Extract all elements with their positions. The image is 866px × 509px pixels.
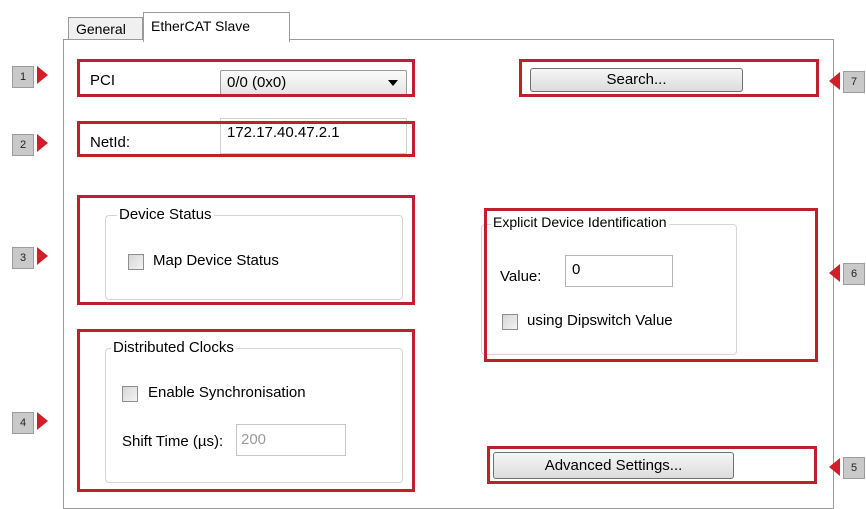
distributed-clocks-title: Distributed Clocks [111, 339, 236, 356]
callout-marker-3: 3 [12, 247, 34, 269]
callout-marker-2: 2 [12, 134, 34, 156]
pci-value: 0/0 (0x0) [227, 74, 287, 91]
callout-arrow-7 [829, 72, 840, 90]
callout-marker-5: 5 [843, 457, 865, 479]
explicit-value-label: Value: [500, 268, 542, 285]
callout-arrow-3 [37, 247, 48, 265]
tab-ethercat-slave[interactable]: EtherCAT Slave [143, 12, 290, 42]
netid-label: NetId: [90, 134, 131, 151]
callout-marker-4: 4 [12, 412, 34, 434]
callout-marker-1: 1 [12, 66, 34, 88]
map-device-status-label: Map Device Status [153, 252, 279, 269]
pci-label: PCI [90, 72, 116, 89]
explicit-device-id-title: Explicit Device Identification [491, 214, 669, 230]
using-dipswitch-label: using Dipswitch Value [527, 312, 673, 329]
tab-general[interactable]: General [68, 17, 143, 41]
advanced-settings-button[interactable]: Advanced Settings... [493, 452, 734, 479]
map-device-status-checkbox[interactable] [128, 254, 144, 270]
callout-arrow-1 [37, 66, 48, 84]
distributed-clocks-group [105, 348, 403, 483]
netid-field[interactable]: 172.17.40.47.2.1 [220, 118, 407, 154]
enable-synchronisation-label: Enable Synchronisation [148, 384, 306, 401]
enable-synchronisation-checkbox[interactable] [122, 386, 138, 402]
callout-arrow-4 [37, 412, 48, 430]
callout-arrow-5 [829, 458, 840, 476]
shift-time-label: Shift Time (µs): [122, 433, 224, 450]
callout-marker-7: 7 [843, 71, 865, 93]
device-status-title: Device Status [117, 206, 214, 223]
callout-arrow-6 [829, 264, 840, 282]
explicit-value-field[interactable]: 0 [565, 255, 673, 287]
callout-arrow-2 [37, 134, 48, 152]
callout-marker-6: 6 [843, 263, 865, 285]
explicit-device-id-group [481, 224, 737, 355]
pci-dropdown[interactable]: 0/0 (0x0) [220, 70, 407, 96]
using-dipswitch-checkbox[interactable] [502, 314, 518, 330]
chevron-down-icon [388, 80, 398, 86]
shift-time-field[interactable]: 200 [236, 424, 346, 456]
search-button[interactable]: Search... [530, 68, 743, 92]
